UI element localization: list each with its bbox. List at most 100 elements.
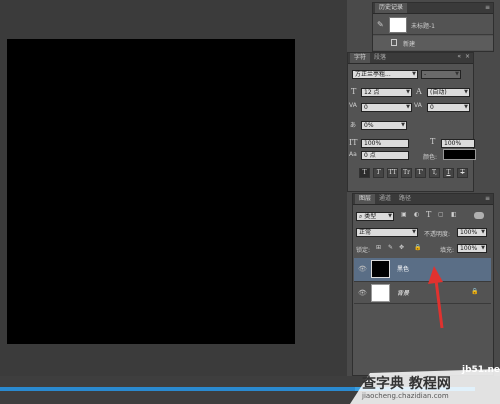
tab-history[interactable]: 历史记录 [375,3,408,13]
filter-toggle[interactable] [474,212,484,219]
vertical-scale-field[interactable]: 100% [361,139,409,148]
font-family-select[interactable]: 方正兰亭粗... ▼ [352,70,418,79]
subscript-button[interactable]: T, [429,168,440,178]
chevron-down-icon: ▼ [412,229,416,235]
fill-value: 100% [460,245,478,252]
kerning-field[interactable]: 0 ▼ [361,103,412,112]
history-item-new[interactable]: 新建 [373,36,493,50]
leading-value: (自动) [430,89,447,96]
tab-layers[interactable]: 图层 [355,194,376,204]
chevron-down-icon: ▼ [401,122,405,128]
close-icon[interactable]: × [465,53,470,60]
color-label: 颜色: [423,154,438,161]
tsume-field[interactable]: 0% ▼ [361,121,407,130]
horizontal-scale-value: 100% [444,140,462,147]
vertical-scale-icon: IT [349,138,358,147]
font-size-icon: T [351,87,357,96]
layer-row-black[interactable]: 👁 黑色 [354,258,491,282]
watermark: jb51.net 查字典 教程网 jiaocheng.chazidian.com [350,355,500,404]
underline-button[interactable]: T [443,168,454,178]
history-item-label: 新建 [403,41,416,48]
history-item-snapshot[interactable]: ✎ 未标题-1 [373,15,493,35]
taskbar-strip [0,387,355,391]
filter-shape-icon[interactable]: ▢ [438,211,444,218]
all-caps-button[interactable]: TT [387,168,398,178]
lock-all-icon[interactable]: 🔒 [414,244,421,251]
font-size-value: 12 点 [364,89,380,96]
fill-field[interactable]: 100% ▼ [457,244,487,253]
lock-pixels-icon[interactable]: ✎ [388,244,393,251]
lock-position-icon[interactable]: ✥ [399,244,404,251]
filter-smart-object-icon[interactable]: ◧ [451,211,457,218]
collapse-icon[interactable]: « [457,53,461,60]
arrow-shaft [434,279,444,329]
horizontal-scale-icon: T [430,137,436,146]
watermark-title: 查字典 教程网 [362,376,451,392]
font-style-value: - [424,71,427,78]
layer-thumbnail [371,284,390,302]
annotation-arrow [428,266,444,329]
opacity-value: 100% [460,229,478,236]
vertical-scale-value: 100% [364,140,382,147]
tab-channels[interactable]: 通道 [375,194,395,204]
history-brush-icon: ✎ [377,20,384,29]
leading-field[interactable]: (自动) ▼ [427,88,470,97]
baseline-shift-field[interactable]: 0 点 [361,151,409,160]
tab-character[interactable]: 字符 [350,53,371,63]
layer-filter-select[interactable]: ⌕ 类型 ▼ [356,212,394,221]
tsume-icon: あ [350,122,357,129]
panel-menu-icon[interactable]: ≡ [485,195,490,202]
font-size-field[interactable]: 12 点 ▼ [361,88,412,97]
opacity-field[interactable]: 100% ▼ [457,228,487,237]
document-canvas-area [0,0,347,376]
font-style-select[interactable]: - ▼ [421,70,461,79]
document-icon [391,39,397,46]
lock-icon: 🔒 [471,288,479,295]
filter-pixel-icon[interactable]: ▣ [401,211,407,218]
layer-thumbnail [371,260,390,278]
leading-icon: A [416,87,422,96]
eye-icon[interactable]: 👁 [358,265,367,273]
chevron-down-icon: ▼ [455,71,459,77]
fill-label: 填充: [440,247,455,254]
tracking-field[interactable]: 0 ▼ [427,103,470,112]
small-caps-button[interactable]: Tr [401,168,412,178]
horizontal-scale-field[interactable]: 100% [441,139,475,148]
layer-name: 背景 [397,290,410,297]
chevron-down-icon: ▼ [406,89,410,95]
layer-name: 黑色 [397,266,410,273]
chevron-down-icon: ▼ [481,245,485,251]
tracking-icon: VA [414,102,422,109]
layer-row-background[interactable]: 👁 背景 🔒 [354,282,491,304]
kerning-value: 0 [364,104,368,111]
chevron-down-icon: ▼ [412,71,416,77]
filter-adjustment-icon[interactable]: ◐ [414,211,419,218]
tab-paragraph[interactable]: 段落 [370,53,390,63]
kerning-icon: VA [349,102,357,109]
filter-type-icon[interactable]: T [426,210,431,219]
faux-bold-button[interactable]: T [359,168,370,178]
blend-mode-select[interactable]: 正常 ▼ [356,228,418,237]
baseline-shift-value: 0 点 [364,152,376,159]
strikethrough-button[interactable]: T [457,168,468,178]
eye-icon[interactable]: 👁 [358,289,367,297]
lock-label: 锁定: [356,247,371,254]
layer-filter-value: 类型 [364,213,377,220]
artboard-black[interactable] [7,39,295,344]
faux-italic-button[interactable]: T [373,168,384,178]
tab-paths[interactable]: 路径 [395,194,415,204]
chevron-down-icon: ▼ [481,229,485,235]
lock-transparency-icon[interactable]: ⊞ [376,244,381,251]
superscript-button[interactable]: T' [415,168,426,178]
chevron-down-icon: ▼ [406,104,410,110]
watermark-url: jiaocheng.chazidian.com [362,392,449,400]
font-family-value: 方正兰亭粗... [355,71,391,78]
blend-mode-value: 正常 [359,229,372,236]
opacity-label: 不透明度: [424,231,451,238]
text-color-swatch[interactable] [443,149,476,160]
panel-menu-icon[interactable]: ≡ [485,4,490,11]
snapshot-thumb [389,17,407,33]
history-panel: 历史记录 ≡ ✎ 未标题-1 新建 [372,2,494,52]
tsume-value: 0% [364,122,374,129]
tracking-value: 0 [430,104,434,111]
